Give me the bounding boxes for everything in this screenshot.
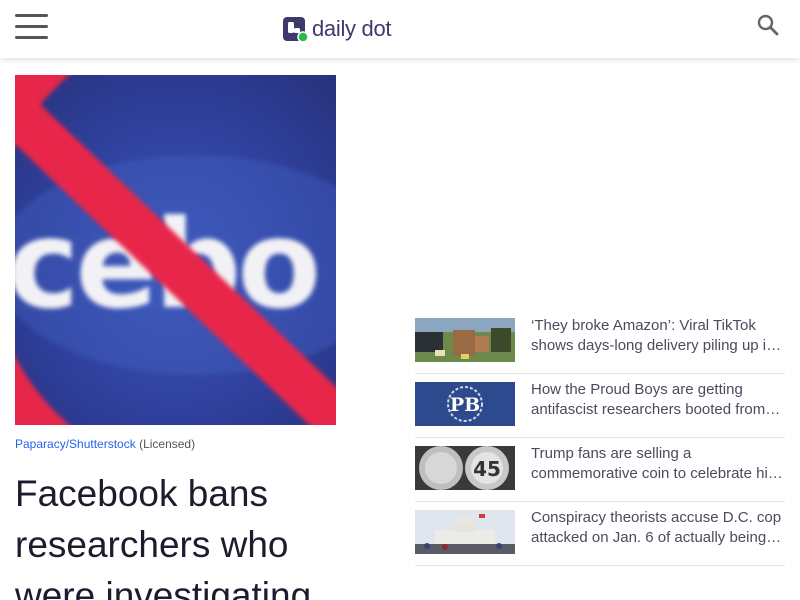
related-story-title: Conspiracy theorists accuse D.C. cop att… [531,509,782,546]
svg-text:PB: PB [450,394,480,416]
related-story-title: How the Proud Boys are getting antifasci… [531,381,781,418]
related-story-title: ‘They broke Amazon’: Viral TikTok shows … [531,317,782,354]
menu-bar [15,25,48,28]
related-story[interactable]: PB How the Proud Boys are getting antifa… [415,374,785,438]
hamburger-menu-icon[interactable] [15,14,48,40]
site-logo[interactable]: daily dot [282,16,392,42]
menu-bar [15,14,48,17]
credit-source-link[interactable]: Paparacy/Shutterstock [15,437,136,451]
capitol-photo-thumb [415,510,515,554]
related-story[interactable]: 45 Trump fans are selling a commemorativ… [415,438,785,502]
logo-text: daily dot [312,16,392,41]
proud-boys-logo-thumb: PB [415,382,515,426]
related-story[interactable]: Conspiracy theorists accuse D.C. cop att… [415,502,785,566]
related-story-title: Trump fans are selling a commemorative c… [531,445,783,482]
related-story[interactable]: ‘They broke Amazon’: Viral TikTok shows … [415,310,785,374]
daily-dot-logo-icon [283,17,308,42]
site-header: daily dot [0,0,800,58]
related-stories: ‘They broke Amazon’: Viral TikTok shows … [415,310,785,566]
coin-photo-thumb: 45 [415,446,515,490]
search-icon[interactable] [757,14,779,36]
coin-number: 45 [473,457,501,481]
credit-license: (Licensed) [139,437,196,451]
facebook-banned-image: cebo [15,75,336,425]
menu-bar [15,36,48,39]
hero-image: cebo [15,75,336,425]
article-headline: Facebook bans researchers who were inves… [15,473,312,600]
image-credit: Paparacy/Shutterstock (Licensed) [15,437,195,451]
delivery-photo-thumb [415,318,515,362]
